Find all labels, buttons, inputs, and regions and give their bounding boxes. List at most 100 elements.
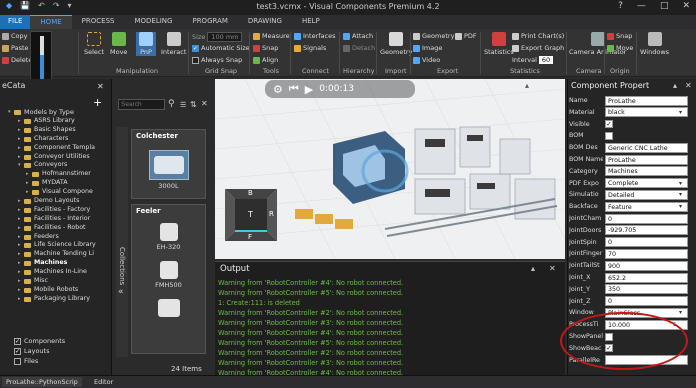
view-list-icon[interactable]: ☰ [180,101,186,109]
property-field[interactable]: 0 [605,213,688,224]
copy-button[interactable]: Copy [2,32,28,40]
catalog-item[interactable] [132,299,205,317]
attach-button[interactable]: Attach [343,32,373,40]
tree-item[interactable]: ▾ Conveyors [4,161,110,170]
tree-item[interactable]: ▸ Machine Tending Li [4,250,110,259]
menu-drawing[interactable]: DRAWING [238,15,292,29]
dropdown-arrow-icon[interactable]: ▾ [679,180,682,187]
tree-item[interactable]: ▸ MYDATA [4,179,110,188]
property-field[interactable]: 350 [605,284,688,295]
search-input[interactable] [118,99,165,110]
property-field[interactable]: -929.705 [605,225,688,236]
filter-components[interactable]: ✓ Components [14,336,65,346]
always-snap-checkbox[interactable]: Always Snap [192,56,242,64]
pallet-2[interactable] [315,214,333,224]
tree-item[interactable]: ▸ Component Templa [4,144,110,153]
pin-icon[interactable]: ▴ [531,264,535,273]
tree-item[interactable]: ▸ Visual Compone [4,188,110,197]
filter-layouts[interactable]: ✓ Layouts [14,346,65,356]
property-field[interactable]: 0 [605,237,688,248]
collections-tab[interactable]: Collections « [116,127,128,357]
origin-move-button[interactable]: Move [607,44,633,52]
import-geometry-button[interactable]: Geometry [380,32,412,56]
tree-item[interactable]: ▸ Facilities - Robot [4,224,110,233]
property-checkbox[interactable]: ✓ [605,120,613,129]
panel-close-icon[interactable]: ✕ [201,99,208,108]
play-button[interactable]: ▶ [305,83,313,96]
editor-tab[interactable]: Editor [90,377,117,387]
automatic-size-checkbox[interactable]: ✓ Automatic Size [192,44,250,52]
property-field[interactable]: 0 [605,296,688,307]
tree-item-selected[interactable]: ▸ Machines [4,259,110,268]
export-graph-button[interactable]: Export Graph [512,44,564,52]
export-video-button[interactable]: Video [413,56,440,64]
menu-modeling[interactable]: MODELING [124,15,182,29]
dropdown-arrow-icon[interactable]: ▾ [679,191,682,198]
maximize-button[interactable]: □ [660,1,669,11]
paste-button[interactable]: Paste [2,44,29,52]
property-field[interactable]: 70 [605,248,688,259]
tree-item[interactable]: ▸ Hofmannstimer [4,170,110,179]
windows-button[interactable]: Windows [640,32,669,56]
delete-button[interactable]: Delete [2,56,32,64]
script-tab[interactable]: ProLathe::PythonScrip [2,377,82,387]
grid-size-field[interactable]: Size 100 mm [192,32,243,42]
tree-item[interactable]: ▸ Packaging Library [4,295,110,304]
menu-home[interactable]: HOME [30,15,72,29]
catalog-item[interactable]: FMH500 [132,261,205,289]
pallet-3[interactable] [335,219,353,229]
menu-file[interactable]: FILE [0,15,31,29]
filter-files[interactable]: Files [14,356,65,366]
catalog-item[interactable]: EH-320 [132,223,205,251]
dropdown-arrow-icon[interactable]: ▾ [679,109,682,116]
pallet-1[interactable] [295,209,313,219]
align-button[interactable]: Align [253,56,278,64]
tree-item[interactable]: ▸ ASRS Library [4,117,110,126]
tree-item[interactable]: ▸ Basic Shapes [4,126,110,135]
export-pdf-button[interactable]: PDF [455,32,477,40]
tree-item[interactable]: ▸ Machines In-Line [4,268,110,277]
property-field[interactable]: ProLathe [605,154,688,165]
dropdown-arrow-icon[interactable]: ▾ [679,203,682,210]
property-dropdown[interactable]: Detailed [605,189,688,200]
interval-field[interactable]: Interval 60 [512,56,554,64]
select-button[interactable]: Select [84,32,104,56]
snap-tool-button[interactable]: Snap [253,44,278,52]
dropdown-arrow-icon[interactable]: ▾ [679,309,682,316]
menu-help[interactable]: HELP [292,15,330,29]
settings-icon[interactable]: ⚙ [273,83,283,96]
menu-process[interactable]: PROCESS [72,15,125,29]
3d-viewport[interactable]: B T R F ▴ [215,79,565,259]
pnp-button[interactable]: PnP [136,32,156,56]
component-thumbnail-3000l[interactable] [148,150,189,180]
export-image-button[interactable]: Image [413,44,442,52]
tree-item[interactable]: ▸ Life Science Library [4,241,110,250]
tree-header[interactable]: ▾ Models by Type [8,108,74,116]
sort-icon[interactable]: ⇅ [190,100,197,109]
property-dropdown[interactable]: Feature [605,201,688,212]
tree-item[interactable]: ▸ Mobile Robots [4,286,110,295]
property-field[interactable]: 900 [605,260,688,271]
tree-item[interactable]: ▸ Feeders [4,233,110,242]
origin-snap-button[interactable]: Snap [607,32,632,40]
property-field[interactable]: Generic CNC Lathe [605,142,688,153]
property-dropdown[interactable]: Complete [605,178,688,189]
detach-button[interactable]: Detach [343,44,375,52]
rewind-button[interactable]: ⏮ [289,82,299,96]
tree-item[interactable]: ▸ Facilities - Factory [4,206,110,215]
property-checkbox[interactable] [605,131,613,140]
move-button[interactable]: Move [110,32,127,56]
menu-program[interactable]: PROGRAM [182,15,237,29]
tree-item[interactable]: ▸ Facilities - Interior [4,215,110,224]
signals-button[interactable]: Signals [294,44,326,52]
panel-close-icon[interactable]: ✕ [97,82,104,91]
export-geometry-button[interactable]: Geometry [413,32,454,40]
panel-close-icon[interactable]: ✕ [549,264,556,273]
close-button[interactable]: ✕ [682,1,690,11]
selected-lathe-model[interactable] [333,131,409,204]
interfaces-button[interactable]: Interfaces [294,32,336,40]
minimize-button[interactable]: — [637,1,646,11]
tree-item[interactable]: ▸ Misc [4,277,110,286]
search-icon[interactable]: ⚲ [168,99,175,109]
pin-icon[interactable]: ▴ [673,81,677,90]
